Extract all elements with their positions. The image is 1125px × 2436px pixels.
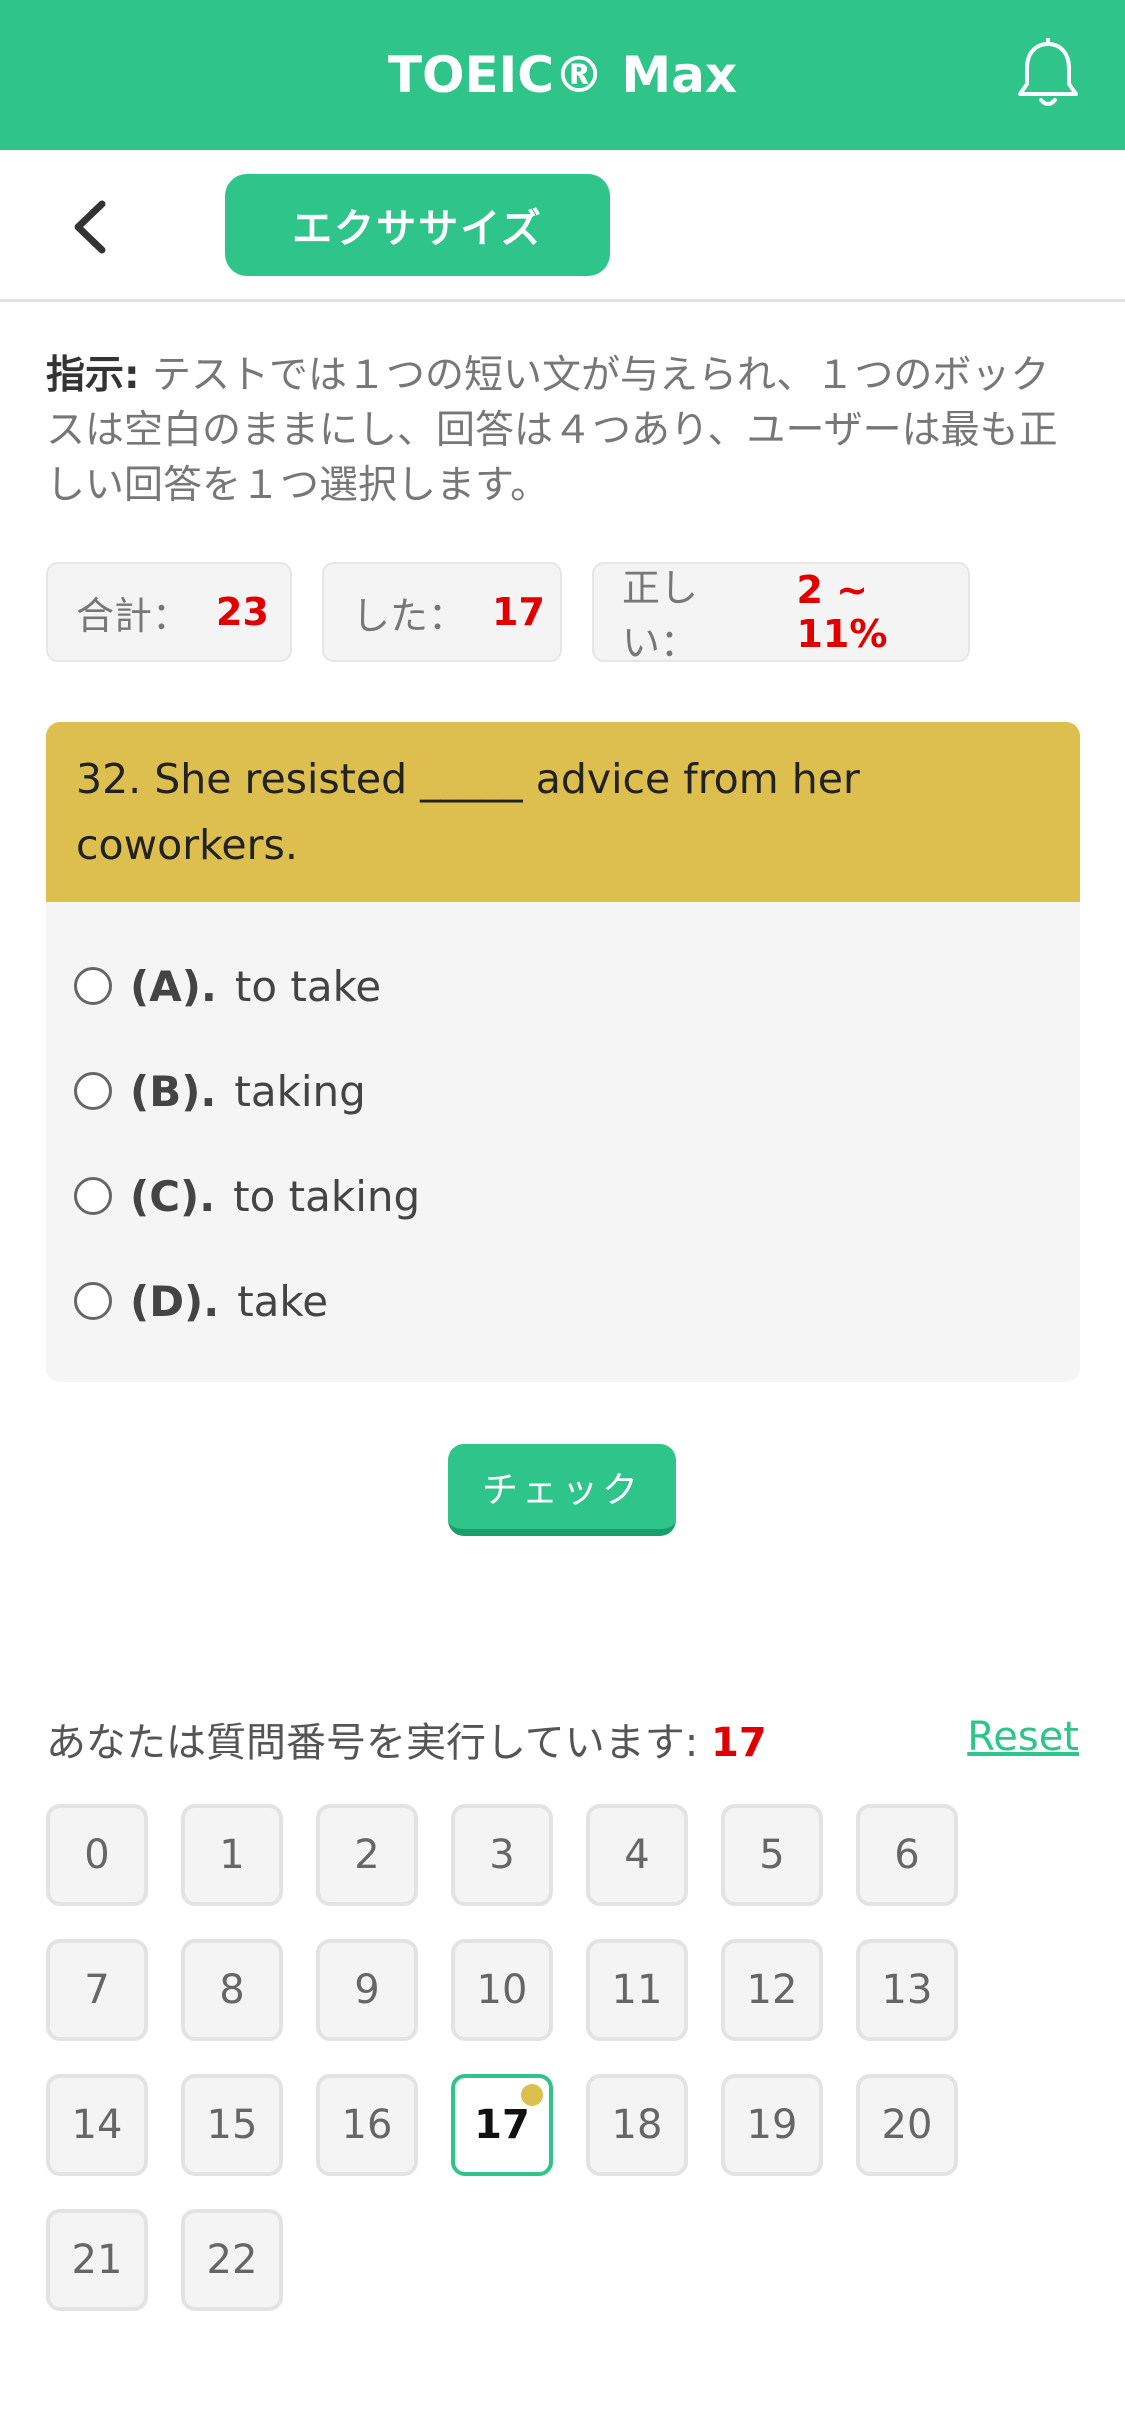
stat-total-value: 23 [216, 590, 269, 634]
question-number-cell[interactable]: 19 [721, 2074, 823, 2176]
progress-label: あなたは質問番号を実行しています: [46, 1720, 711, 1766]
question-card: 32. She resisted _____ advice from her c… [46, 722, 1080, 1382]
option-d[interactable]: (D). take [74, 1266, 328, 1336]
bell-icon[interactable] [1013, 38, 1083, 112]
question-number-cell[interactable]: 18 [586, 2074, 688, 2176]
option-b[interactable]: (B). taking [74, 1056, 366, 1126]
question-number-cell[interactable]: 21 [46, 2209, 148, 2311]
option-b-letter: (B). [130, 1066, 217, 1116]
question-number-cell[interactable]: 5 [721, 1804, 823, 1906]
question-number-cell[interactable]: 22 [181, 2209, 283, 2311]
stat-done-label: した： [352, 593, 467, 638]
question-number-cell[interactable]: 10 [451, 1939, 553, 2041]
question-number-cell[interactable]: 2 [316, 1804, 418, 1906]
question-number-cell[interactable]: 13 [856, 1939, 958, 2041]
option-a-text: to take [234, 961, 382, 1011]
app-title: TOEIC® Max [387, 46, 738, 104]
chevron-left-icon[interactable] [62, 192, 122, 262]
question-number-cell[interactable]: 7 [46, 1939, 148, 2041]
option-a[interactable]: (A). to take [74, 951, 381, 1021]
sub-navigation-bar: エクササイズ [0, 150, 1125, 302]
instructions: 指示: テストでは１つの短い文が与えられ、１つのボックスは空白のままにし、回答は… [46, 348, 1076, 513]
stat-correct-value: 2 ~ 11% [796, 568, 888, 656]
question-number-cell[interactable]: 8 [181, 1939, 283, 2041]
radio-a[interactable] [74, 967, 112, 1005]
question-number-cell[interactable]: 16 [316, 2074, 418, 2176]
question-text: 32. She resisted _____ advice from her c… [46, 722, 1080, 902]
question-number-current[interactable]: 17 [451, 2074, 553, 2176]
option-a-letter: (A). [130, 961, 217, 1011]
option-c-letter: (C). [130, 1171, 216, 1221]
question-number-cell[interactable]: 20 [856, 2074, 958, 2176]
question-number-cell[interactable]: 9 [316, 1939, 418, 2041]
app-header: TOEIC® Max [0, 0, 1125, 150]
question-number-cell[interactable]: 12 [721, 1939, 823, 2041]
check-button[interactable]: チェック [448, 1444, 676, 1536]
instructions-label: 指示: [46, 353, 140, 398]
question-number-cell[interactable]: 4 [586, 1804, 688, 1906]
stat-done-value: 17 [492, 590, 545, 634]
option-d-letter: (D). [130, 1276, 220, 1326]
reset-link[interactable]: Reset [967, 1714, 1079, 1760]
stat-total: 合計： 23 [46, 562, 292, 662]
stat-correct: 正しい： 2 ~ 11% [592, 562, 970, 665]
question-number-cell[interactable]: 3 [451, 1804, 553, 1906]
radio-c[interactable] [74, 1177, 112, 1215]
option-d-text: take [237, 1276, 329, 1326]
question-number-cell[interactable]: 11 [586, 1939, 688, 2041]
option-c-text: to taking [233, 1171, 421, 1221]
question-number-cell[interactable]: 0 [46, 1804, 148, 1906]
stat-total-label: 合計： [76, 593, 191, 638]
option-c[interactable]: (C). to taking [74, 1161, 420, 1231]
radio-b[interactable] [74, 1072, 112, 1110]
progress-indicator: あなたは質問番号を実行しています: 17 [46, 1710, 767, 1768]
question-number-cell[interactable]: 15 [181, 2074, 283, 2176]
question-number-cell[interactable]: 1 [181, 1804, 283, 1906]
exercise-tab-button[interactable]: エクササイズ [225, 174, 610, 276]
option-b-text: taking [234, 1066, 366, 1116]
progress-current: 17 [711, 1720, 767, 1766]
stat-correct-label: 正しい： [622, 566, 699, 665]
instructions-text: テストでは１つの短い文が与えられ、１つのボックスは空白のままにし、回答は４つあり… [46, 353, 1058, 508]
stat-done: した： 17 [322, 562, 562, 662]
question-number-cell[interactable]: 14 [46, 2074, 148, 2176]
radio-d[interactable] [74, 1282, 112, 1320]
question-number-cell[interactable]: 6 [856, 1804, 958, 1906]
